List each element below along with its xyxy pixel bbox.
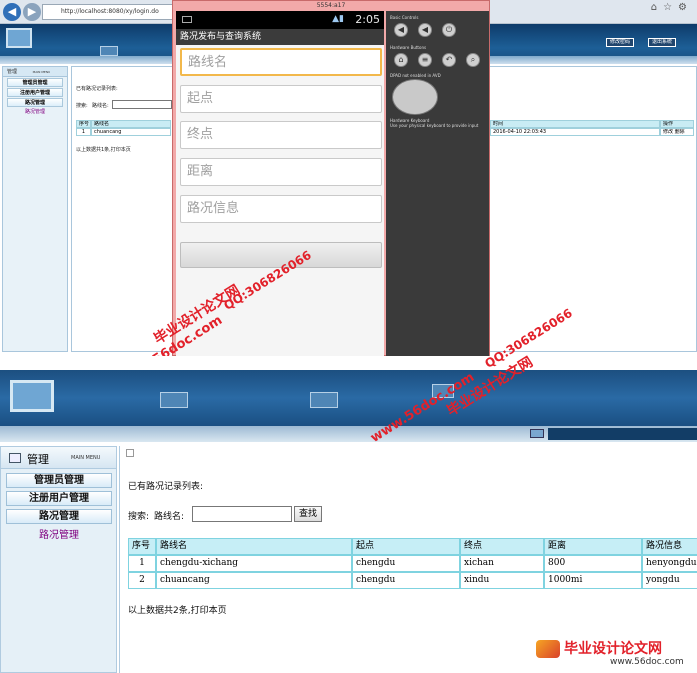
menu-item-users[interactable]: 注册用户管理 — [7, 88, 63, 97]
table-footer: 以上数据共1条,打印本页 — [76, 147, 131, 153]
top-screenshot: ◀ ▶ http://localhost:8080/xy/login.do ⌂☆… — [0, 0, 697, 356]
route-name-field[interactable]: 路线名 — [180, 48, 382, 76]
column-header: 路线名 — [91, 120, 171, 128]
volume-down-icon[interactable]: ◀ — [394, 23, 408, 37]
menu-item-users[interactable]: 注册用户管理 — [6, 491, 112, 506]
back-icon[interactable]: ↶ — [442, 53, 456, 67]
menu-title-en: MAIN MENU — [32, 70, 51, 74]
hardware-buttons-label: Hardware Buttons — [390, 45, 427, 50]
window-controls[interactable]: ⌂☆⚙ — [651, 2, 693, 13]
collapse-icon[interactable] — [126, 449, 134, 457]
menu-icon[interactable]: ≡ — [418, 53, 432, 67]
table-cell: chengdu — [352, 555, 460, 572]
submenu-road-management[interactable]: 路况管理 — [6, 526, 112, 541]
table-footer: 以上数据共2条,打印本页 — [128, 606, 227, 616]
notification-icon — [182, 16, 192, 23]
column-header: 操作 — [660, 120, 694, 128]
row-actions[interactable]: 修改 删除 — [660, 128, 694, 136]
left-menu-panel: 管理 MAIN MENU 管理员管理 注册用户管理 路况管理 路况管理 — [0, 446, 117, 673]
menu-item-roads[interactable]: 路况管理 — [6, 509, 112, 524]
forward-icon[interactable]: ▶ — [23, 3, 41, 21]
route-name-label: 路线名: — [154, 512, 185, 522]
column-header: 起点 — [352, 538, 460, 555]
header-stripe — [0, 426, 697, 442]
brand-logo-icon — [536, 640, 560, 658]
column-header: 时间 — [490, 120, 660, 128]
column-header: 终点 — [460, 538, 544, 555]
monitor-logo-icon — [6, 28, 32, 48]
footer-brand: 毕业设计论文网 — [564, 641, 662, 657]
address-bar[interactable]: http://localhost:8080/xy/login.do — [42, 4, 192, 20]
column-header: 路线名 — [156, 538, 352, 555]
display-icon — [530, 429, 544, 438]
table-cell: 800 — [544, 555, 642, 572]
list-title: 已有路况记录列表: — [128, 482, 204, 492]
search-button[interactable]: 查找 — [294, 506, 322, 522]
status-clock: 2:05 — [355, 13, 380, 26]
menu-item-admin[interactable]: 管理员管理 — [6, 473, 112, 488]
footer-site: www.56doc.com — [610, 657, 684, 667]
left-menu-panel: 管理 MAIN MENU 管理员管理 注册用户管理 路况管理 路况管理 — [2, 66, 68, 352]
menu-title-text: 管理 — [27, 453, 49, 466]
bottom-screenshot: 管理 MAIN MENU 管理员管理 注册用户管理 路况管理 路况管理 已有路况… — [0, 370, 697, 673]
road-info-field[interactable]: 路况信息 — [180, 195, 382, 223]
route-name-label: 路线名: — [92, 103, 109, 109]
menu-list-icon — [9, 453, 21, 463]
search-input[interactable] — [192, 506, 292, 522]
column-header: 序号 — [128, 538, 156, 555]
signal-icon: ▲▮ — [332, 14, 344, 24]
table-cell: chengdu-xichang — [156, 555, 352, 572]
monitor-decor-icon — [100, 46, 118, 56]
start-field[interactable]: 起点 — [180, 85, 382, 113]
menu-title: 管理 MAIN MENU — [3, 67, 67, 77]
monitor-decor-icon — [160, 392, 188, 408]
table-cell: 2 — [128, 572, 156, 589]
list-title: 已有路况记录列表: — [76, 86, 118, 92]
table-cell: 1 — [76, 128, 91, 136]
dpad-control[interactable] — [392, 79, 438, 115]
dpad-label: DPAD not enabled in AVD — [390, 73, 441, 78]
search-label: 搜索: — [76, 103, 88, 109]
status-bar: ▲▮ 2:05 — [176, 11, 384, 29]
end-field[interactable]: 终点 — [180, 121, 382, 149]
monitor-logo-icon — [10, 380, 54, 412]
keyboard-sublabel: Use your physical keyboard to provide in… — [390, 123, 479, 128]
power-icon[interactable]: ⏻ — [442, 23, 456, 37]
table-cell: chuancang — [91, 128, 171, 136]
menu-title: 管理 MAIN MENU — [1, 447, 116, 469]
table-cell: xindu — [460, 572, 544, 589]
volume-up-icon[interactable]: ◀ — [418, 23, 432, 37]
search-input[interactable] — [112, 100, 172, 109]
column-header: 距离 — [544, 538, 642, 555]
table-cell: henyongdu — [642, 555, 697, 572]
site-header — [0, 370, 697, 426]
home-icon[interactable]: ⌂ — [394, 53, 408, 67]
table-cell: xichan — [460, 555, 544, 572]
logout-button[interactable]: 退出系统 — [648, 38, 677, 47]
app-title-bar: 路况发布与查询系统 — [176, 29, 384, 45]
column-header: 路况信息 — [642, 538, 697, 555]
menu-title-en: MAIN MENU — [71, 455, 101, 461]
menu-title-text: 管理 — [7, 69, 18, 75]
monitor-decor-icon — [310, 392, 338, 408]
emulator-title: 5554:a17 — [316, 2, 346, 9]
column-header: 序号 — [76, 120, 91, 128]
menu-item-roads[interactable]: 路况管理 — [7, 98, 63, 107]
submenu-road-management[interactable]: 路况管理 — [3, 108, 67, 117]
table-cell: chengdu — [352, 572, 460, 589]
table-cell: 1 — [128, 555, 156, 572]
distance-field[interactable]: 距离 — [180, 158, 382, 186]
header-right-bar — [548, 428, 697, 440]
search-label: 搜索: — [128, 512, 150, 522]
change-password-button[interactable]: 修改密码 — [606, 38, 635, 47]
table-cell: 2016-04-10 22:03:43 — [490, 128, 660, 136]
search-icon[interactable]: ⌕ — [466, 53, 480, 67]
table-cell: chuancang — [156, 572, 352, 589]
table-cell: yongdu — [642, 572, 697, 589]
emulator-controls: Basic Controls ◀ ◀ ⏻ Hardware Buttons ⌂ … — [386, 11, 489, 356]
basic-controls-label: Basic Controls — [390, 15, 419, 20]
table-cell: 1000mi — [544, 572, 642, 589]
back-icon[interactable]: ◀ — [3, 3, 21, 21]
menu-item-admin[interactable]: 管理员管理 — [7, 78, 63, 87]
